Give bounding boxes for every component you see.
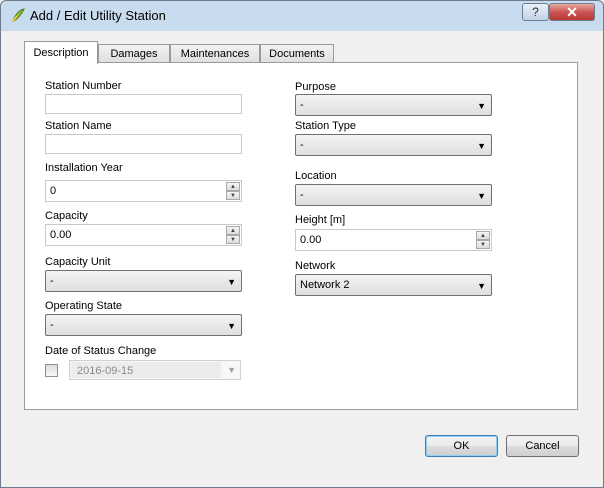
- chevron-down-icon: ▼: [477, 191, 486, 201]
- location-label: Location: [295, 170, 337, 182]
- capacity-label: Capacity: [45, 210, 88, 222]
- installation-year-value: 0: [50, 185, 57, 197]
- installation-year-label: Installation Year: [45, 162, 123, 174]
- tab-description[interactable]: Description: [24, 41, 98, 64]
- capacity-unit-value: -: [50, 275, 54, 287]
- tab-documents[interactable]: Documents: [260, 44, 334, 63]
- capacity-value: 0.00: [50, 229, 72, 241]
- station-name-input[interactable]: [45, 134, 242, 154]
- date-enable-checkbox[interactable]: [45, 364, 58, 377]
- purpose-combo[interactable]: - ▼: [295, 94, 492, 116]
- description-panel: Station Number Station Name Installation…: [24, 62, 578, 410]
- tab-label: Documents: [269, 48, 325, 60]
- purpose-label: Purpose: [295, 81, 336, 93]
- spin-arrows: ▲ ▼: [226, 182, 240, 200]
- operating-state-combo[interactable]: - ▼: [45, 314, 242, 336]
- location-combo[interactable]: - ▼: [295, 184, 492, 206]
- tab-label: Maintenances: [180, 48, 250, 60]
- chevron-down-icon: ▼: [227, 277, 236, 287]
- spin-up-icon[interactable]: ▲: [226, 182, 240, 191]
- date-value: 2016-09-15: [77, 365, 134, 377]
- help-button[interactable]: ?: [522, 3, 549, 21]
- spin-down-icon[interactable]: ▼: [226, 235, 240, 244]
- capacity-unit-combo[interactable]: - ▼: [45, 270, 242, 292]
- spin-down-icon[interactable]: ▼: [226, 191, 240, 200]
- network-combo[interactable]: Network 2 ▼: [295, 274, 492, 296]
- station-number-input[interactable]: [45, 94, 242, 114]
- chevron-down-icon: ▼: [227, 365, 236, 375]
- spin-up-icon[interactable]: ▲: [476, 231, 490, 240]
- station-name-label: Station Name: [45, 120, 112, 132]
- station-type-combo[interactable]: - ▼: [295, 134, 492, 156]
- capacity-spinbox[interactable]: 0.00 ▲ ▼: [45, 224, 242, 246]
- network-label: Network: [295, 260, 336, 272]
- tab-maintenances[interactable]: Maintenances: [170, 44, 260, 63]
- dialog-window: Add / Edit Utility Station ? ✕ Descripti…: [0, 0, 604, 488]
- chevron-down-icon: ▼: [227, 321, 236, 331]
- spin-down-icon[interactable]: ▼: [476, 240, 490, 249]
- spin-arrows: ▲ ▼: [476, 231, 490, 249]
- spin-up-icon[interactable]: ▲: [226, 226, 240, 235]
- height-spinbox[interactable]: 0.00 ▲ ▼: [295, 229, 492, 251]
- help-icon: ?: [532, 5, 539, 19]
- capacity-unit-label: Capacity Unit: [45, 256, 111, 268]
- chevron-down-icon: ▼: [477, 141, 486, 151]
- tab-damages[interactable]: Damages: [98, 44, 170, 63]
- spin-arrows: ▲ ▼: [226, 226, 240, 244]
- ok-label: OK: [453, 440, 470, 452]
- tab-label: Damages: [110, 48, 158, 60]
- cancel-button[interactable]: Cancel: [506, 435, 579, 457]
- date-field-inner: 2016-09-15: [71, 362, 221, 378]
- tab-label: Description: [33, 47, 89, 59]
- dialog-client: Description Damages Maintenances Documen…: [8, 31, 596, 481]
- height-label: Height [m]: [295, 214, 346, 226]
- purpose-value: -: [300, 99, 304, 111]
- chevron-down-icon: ▼: [477, 281, 486, 291]
- chevron-down-icon: ▼: [477, 101, 486, 111]
- ok-button[interactable]: OK: [425, 435, 498, 457]
- cancel-label: Cancel: [525, 440, 560, 452]
- title-bar[interactable]: Add / Edit Utility Station ? ✕: [1, 1, 603, 31]
- installation-year-spinbox[interactable]: 0 ▲ ▼: [45, 180, 242, 202]
- operating-state-label: Operating State: [45, 300, 123, 312]
- date-of-status-change-field[interactable]: 2016-09-15 ▼: [69, 360, 241, 380]
- station-type-label: Station Type: [295, 120, 356, 132]
- operating-state-value: -: [50, 319, 54, 331]
- height-value: 0.00: [300, 234, 322, 246]
- close-icon: ✕: [566, 3, 578, 20]
- qgis-icon: [12, 8, 25, 22]
- station-type-value: -: [300, 139, 304, 151]
- date-of-status-change-label: Date of Status Change: [45, 345, 157, 357]
- station-number-label: Station Number: [45, 80, 122, 92]
- network-value: Network 2: [300, 279, 350, 291]
- close-button[interactable]: ✕: [549, 3, 595, 21]
- window-title: Add / Edit Utility Station: [30, 8, 166, 23]
- location-value: -: [300, 189, 304, 201]
